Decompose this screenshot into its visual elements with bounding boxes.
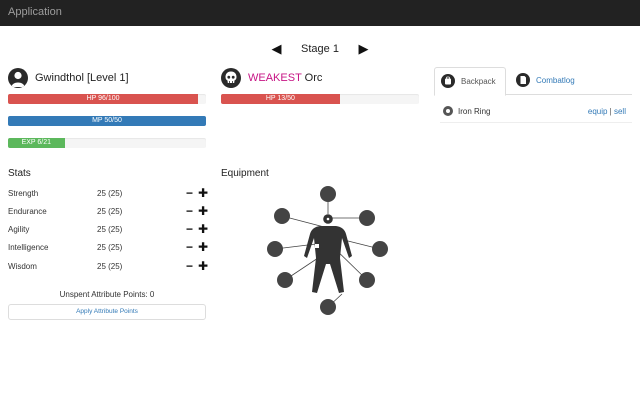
shoulder-slot[interactable]: [359, 210, 375, 226]
stat-row-agility: Agility 25 (25) − ✚: [8, 223, 208, 237]
apply-attribute-points-button[interactable]: Apply Attribute Points: [8, 304, 206, 320]
enemy-hp-fill: HP 13/50: [221, 94, 340, 104]
ring-icon: [443, 106, 453, 116]
item-actions: equip | sell: [588, 107, 626, 116]
unspent-points: Unspent Attribute Points: 0: [59, 290, 155, 299]
increase-strength-button[interactable]: ✚: [198, 187, 208, 199]
player-avatar-icon: [8, 68, 28, 88]
stage-label: Stage 1: [301, 43, 339, 55]
tab-backpack[interactable]: Backpack: [434, 67, 506, 96]
stat-value: 25 (25): [97, 189, 123, 198]
player-name: Gwindthol [Level 1]: [35, 72, 129, 84]
increase-intelligence-button[interactable]: ✚: [198, 241, 208, 253]
app-brand[interactable]: Application: [8, 6, 62, 18]
off-hand-slot[interactable]: [372, 241, 388, 257]
feet-slot[interactable]: [320, 299, 336, 315]
stat-name: Wisdom: [8, 262, 37, 271]
inventory-tabs: Backpack Combatlog: [434, 67, 632, 96]
stat-value: 25 (25): [97, 262, 123, 271]
stat-row-endurance: Endurance 25 (25) − ✚: [8, 205, 208, 219]
stat-name: Intelligence: [8, 243, 49, 252]
player-mp-fill: MP 50/50: [8, 116, 206, 126]
sell-link[interactable]: sell: [614, 107, 626, 116]
tab-label: Combatlog: [536, 76, 575, 85]
stat-value: 25 (25): [97, 243, 123, 252]
stat-value: 25 (25): [97, 207, 123, 216]
stat-name: Agility: [8, 225, 30, 234]
stat-row-wisdom: Wisdom 25 (25) − ✚: [8, 260, 208, 274]
player-hp-fill: HP 96/100: [8, 94, 199, 104]
decrease-endurance-button[interactable]: −: [186, 205, 193, 217]
stat-name: Endurance: [8, 207, 47, 216]
player-exp-fill: EXP 6/21: [8, 138, 65, 148]
ring-slot[interactable]: [277, 272, 293, 288]
stat-name: Strength: [8, 189, 39, 198]
enemy-type: Orc: [301, 72, 323, 84]
decrease-intelligence-button[interactable]: −: [186, 241, 193, 253]
increase-agility-button[interactable]: ✚: [198, 223, 208, 235]
player-exp-bar: EXP 6/21: [8, 138, 206, 148]
neck-slot[interactable]: [274, 208, 290, 224]
equipment-diagram: [267, 186, 388, 315]
previous-stage-button[interactable]: ◀: [272, 41, 282, 57]
stat-value: 25 (25): [97, 225, 123, 234]
next-stage-button[interactable]: ▶: [358, 41, 368, 57]
enemy-hp-bar: HP 13/50: [221, 94, 419, 104]
enemy-rank: WEAKEST: [248, 72, 302, 84]
stat-row-strength: Strength 25 (25) − ✚: [8, 187, 208, 201]
equip-link[interactable]: equip: [588, 107, 608, 116]
backpack-icon: [441, 73, 455, 88]
tab-combatlog[interactable]: Combatlog: [510, 67, 590, 95]
decrease-strength-button[interactable]: −: [186, 187, 193, 199]
navbar: Application: [0, 0, 640, 26]
tab-label: Backpack: [461, 77, 496, 86]
inventory-item: Iron Ring equip | sell: [440, 103, 632, 123]
stats-title: Stats: [8, 168, 31, 179]
enemy-name: WEAKEST Orc: [248, 72, 322, 84]
decrease-agility-button[interactable]: −: [186, 223, 193, 235]
document-icon: [516, 72, 530, 87]
skull-icon: [221, 68, 241, 88]
legs-slot[interactable]: [359, 272, 375, 288]
body-silhouette-icon: [304, 214, 352, 293]
stage-selector: ◀ Stage 1 ▶: [0, 41, 640, 59]
decrease-wisdom-button[interactable]: −: [186, 260, 193, 272]
increase-endurance-button[interactable]: ✚: [198, 205, 208, 217]
player-hp-bar: HP 96/100: [8, 94, 206, 104]
increase-wisdom-button[interactable]: ✚: [198, 260, 208, 272]
main-hand-slot[interactable]: [267, 241, 283, 257]
player-mp-bar: MP 50/50: [8, 116, 206, 126]
item-name: Iron Ring: [458, 107, 491, 116]
head-slot[interactable]: [320, 186, 336, 202]
stat-row-intelligence: Intelligence 25 (25) − ✚: [8, 241, 208, 255]
equipment-title: Equipment: [221, 168, 269, 179]
